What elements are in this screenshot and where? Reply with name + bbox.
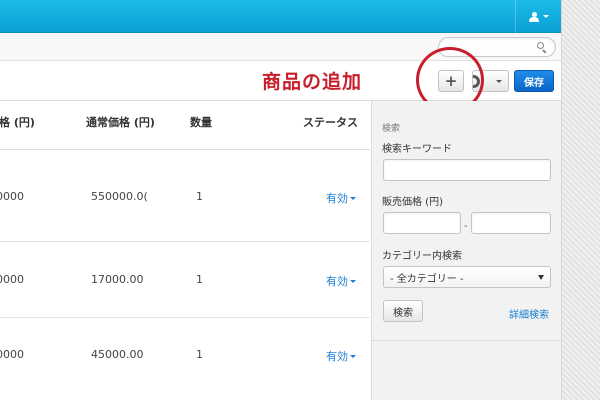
table-header-divider xyxy=(0,149,370,150)
chevron-down-icon xyxy=(496,79,502,83)
status-dropdown[interactable]: 有効 xyxy=(326,348,356,364)
save-button[interactable]: 保存 xyxy=(514,70,554,92)
keyword-input[interactable] xyxy=(383,159,551,181)
column-header-status[interactable]: ステータス xyxy=(303,114,358,130)
price-min-input[interactable] xyxy=(383,212,461,234)
cell-quantity: 1 xyxy=(196,190,203,203)
chevron-down-icon xyxy=(350,196,356,200)
chevron-down-icon xyxy=(538,275,544,280)
chevron-down-icon xyxy=(543,15,549,18)
price-max-input[interactable] xyxy=(471,212,551,234)
keyword-label: 検索キーワード xyxy=(382,144,452,155)
side-panel-divider xyxy=(371,340,561,341)
cell-regular-price: 17000.00 xyxy=(91,273,144,286)
top-navbar xyxy=(0,0,561,33)
category-select[interactable]: - 全カテゴリー - xyxy=(383,266,551,288)
category-selected-value: - 全カテゴリー - xyxy=(390,273,464,285)
cell-price: 0000 xyxy=(0,348,24,361)
cell-quantity: 1 xyxy=(196,273,203,286)
status-label: 有効 xyxy=(326,192,348,205)
status-dropdown[interactable]: 有効 xyxy=(326,273,356,289)
status-label: 有効 xyxy=(326,350,348,363)
cell-price: 0000 xyxy=(0,190,24,203)
cell-quantity: 1 xyxy=(196,348,203,361)
cell-price: 0000 xyxy=(0,273,24,286)
row-divider xyxy=(0,317,370,318)
row-divider xyxy=(0,241,370,242)
status-dropdown[interactable]: 有効 xyxy=(326,190,356,206)
chevron-down-icon xyxy=(350,279,356,283)
price-range-separator: - xyxy=(464,221,468,232)
status-label: 有効 xyxy=(326,275,348,288)
column-header-price[interactable]: 価格 (円) xyxy=(0,114,35,130)
advanced-search-link[interactable]: 詳細検索 xyxy=(509,306,549,321)
background-texture xyxy=(562,0,600,400)
cell-regular-price: 550000.0( xyxy=(91,190,148,203)
user-menu-button[interactable] xyxy=(515,0,561,33)
app-window: 商品の追加 + 保存 価格 (円) 通常価格 (円) 数量 ステータス 0000… xyxy=(0,0,562,400)
search-button[interactable]: 検索 xyxy=(383,300,423,322)
price-label: 販売価格 (円) xyxy=(382,197,443,208)
search-icon[interactable] xyxy=(537,42,547,54)
category-label: カテゴリー内検索 xyxy=(382,251,462,262)
annotation-add-product: 商品の追加 xyxy=(262,71,363,93)
chevron-down-icon xyxy=(350,354,356,358)
cell-regular-price: 45000.00 xyxy=(91,348,144,361)
column-header-regular-price[interactable]: 通常価格 (円) xyxy=(86,114,155,130)
column-header-quantity[interactable]: 数量 xyxy=(190,114,212,130)
user-icon xyxy=(529,11,539,22)
side-panel-title: 検索 xyxy=(382,124,401,134)
